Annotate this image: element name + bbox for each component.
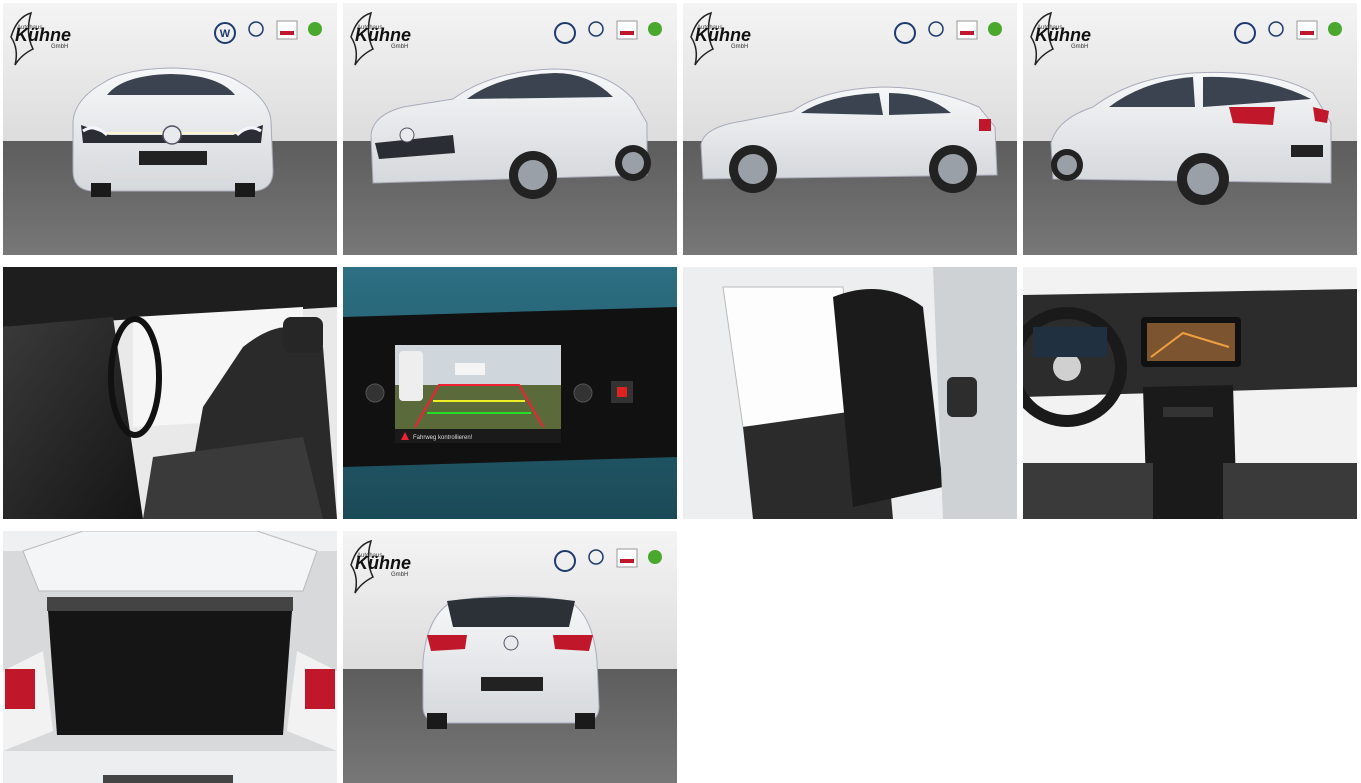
- trunk-image: [3, 531, 337, 783]
- photo-infotainment[interactable]: Fahrweg kontrollieren!: [343, 267, 677, 519]
- dashboard-image: [1023, 267, 1357, 519]
- skoda-icon: [308, 22, 322, 36]
- svg-text:GmbH: GmbH: [391, 572, 408, 578]
- photo-rear[interactable]: Autohaus Kühne GmbH: [343, 531, 677, 783]
- audi-service-icon: [956, 20, 978, 40]
- skoda-icon: [1328, 22, 1342, 36]
- audi-service-icon: [616, 548, 638, 568]
- photo-front[interactable]: Autohaus Kühne GmbH W: [3, 3, 337, 255]
- svg-text:GmbH: GmbH: [1071, 44, 1088, 50]
- car-rear-three-quarter-image: Autohaus Kühne GmbH: [1023, 3, 1357, 255]
- svg-text:W: W: [220, 28, 231, 40]
- warning-text: Fahrweg kontrollieren!: [413, 435, 473, 441]
- photo-rear-seats[interactable]: [683, 267, 1017, 519]
- audi-service-icon: [276, 20, 298, 40]
- svg-text:GmbH: GmbH: [391, 44, 408, 50]
- interior-driver-seat-image: [3, 267, 337, 519]
- photo-interior-driver-seat[interactable]: [3, 267, 337, 519]
- svg-text:GmbH: GmbH: [731, 44, 748, 50]
- car-front-three-quarter-image: Autohaus Kühne GmbH: [343, 3, 677, 255]
- car-side-image: Autohaus Kühne GmbH: [683, 3, 1017, 255]
- skoda-icon: [648, 550, 662, 564]
- svg-text:Kühne: Kühne: [355, 25, 411, 45]
- svg-text:Kühne: Kühne: [15, 25, 71, 45]
- photo-front-three-quarter[interactable]: Autohaus Kühne GmbH: [343, 3, 677, 255]
- skoda-icon: [988, 22, 1002, 36]
- rear-camera-screen: [395, 345, 561, 429]
- audi-service-icon: [616, 20, 638, 40]
- svg-text:Kühne: Kühne: [355, 553, 411, 573]
- skoda-icon: [648, 22, 662, 36]
- rear-seats-image: [683, 267, 1017, 519]
- warning-bar: Fahrweg kontrollieren!: [395, 429, 561, 443]
- photo-rear-three-quarter[interactable]: Autohaus Kühne GmbH: [1023, 3, 1357, 255]
- svg-text:Kühne: Kühne: [695, 25, 751, 45]
- photo-side[interactable]: Autohaus Kühne GmbH: [683, 3, 1017, 255]
- car-rear-image: Autohaus Kühne GmbH: [343, 531, 677, 783]
- infotainment-image: Fahrweg kontrollieren!: [343, 267, 677, 519]
- photo-dashboard[interactable]: [1023, 267, 1357, 519]
- car-body: [72, 67, 274, 197]
- photo-trunk[interactable]: [3, 531, 337, 783]
- svg-text:GmbH: GmbH: [51, 44, 68, 50]
- svg-text:Kühne: Kühne: [1035, 25, 1091, 45]
- car-front-image: Autohaus Kühne GmbH W: [3, 3, 337, 255]
- audi-service-icon: [1296, 20, 1318, 40]
